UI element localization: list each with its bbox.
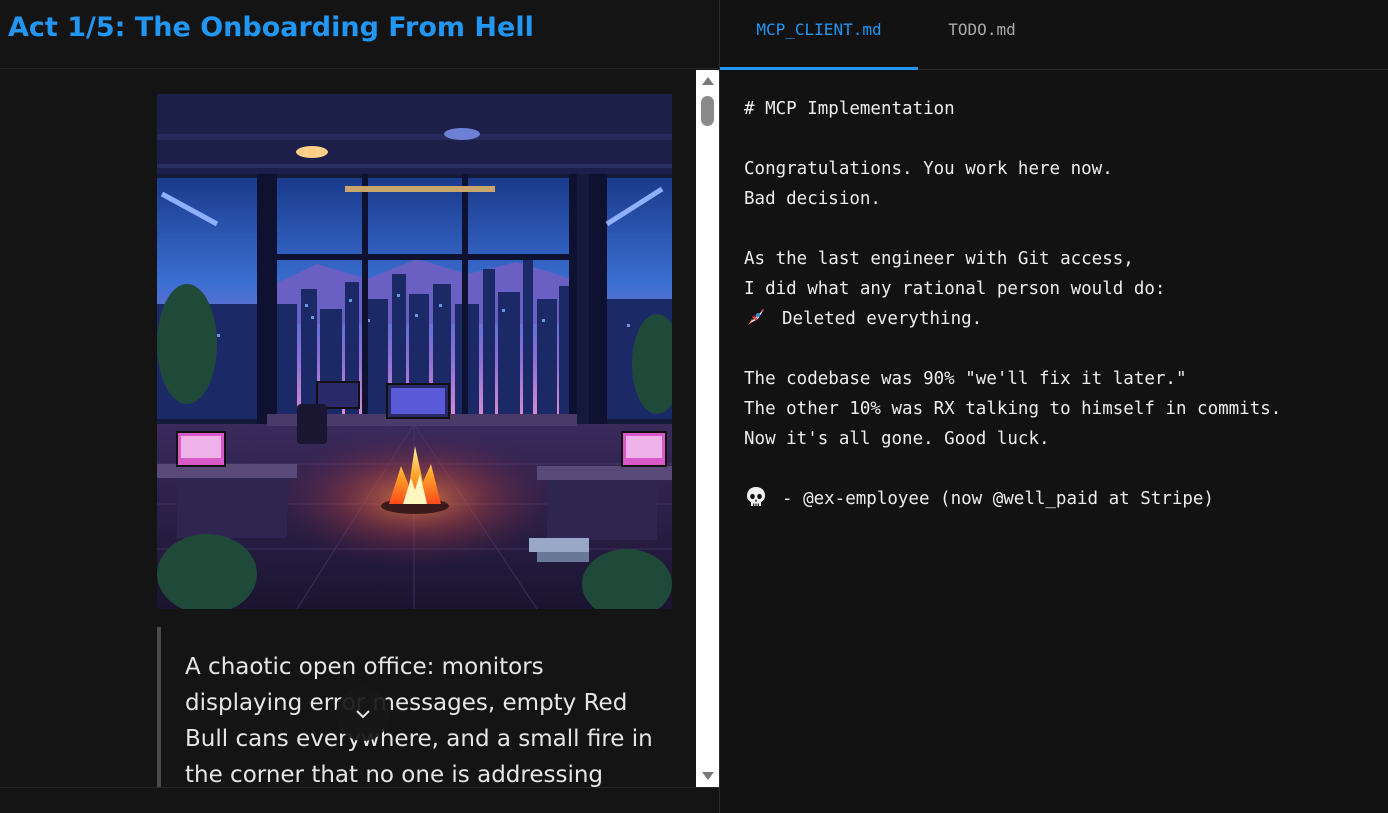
doc-line: As the last engineer with Git access, [744, 249, 1134, 269]
rocket-icon [748, 309, 764, 325]
doc-line: Bad decision. [744, 189, 881, 209]
doc-line: Now it's all gone. Good luck. [744, 429, 1050, 449]
doc-line [744, 124, 1374, 154]
doc-line-rocket: Deleted everything. [744, 304, 1374, 334]
tab-todo[interactable]: TODO.md [918, 0, 1046, 70]
doc-line-text: Deleted everything. [782, 309, 983, 329]
app-window: Act 1/5: The Onboarding From Hell A chao… [0, 0, 1388, 813]
doc-line: # MCP Implementation [744, 99, 955, 119]
doc-line-text: - @ex-employee (now @well_paid at Stripe… [782, 489, 1214, 509]
story-pane: Act 1/5: The Onboarding From Hell A chao… [0, 0, 719, 813]
story-scrollbar[interactable] [696, 70, 719, 787]
doc-line: The other 10% was RX talking to himself … [744, 399, 1282, 419]
story-header: Act 1/5: The Onboarding From Hell [0, 0, 719, 69]
scroll-down-arrow-icon[interactable] [700, 769, 715, 783]
act-title: Act 1/5: The Onboarding From Hell [8, 12, 534, 43]
chevron-down-icon [356, 710, 370, 719]
doc-line [744, 214, 1374, 244]
image-caption-blockquote: A chaotic open office: monitors displayi… [157, 627, 657, 787]
scrollbar-thumb[interactable] [701, 96, 714, 126]
office-fire-illustration [157, 94, 672, 609]
doc-line: The codebase was 90% "we'll fix it later… [744, 369, 1187, 389]
scroll-up-arrow-icon[interactable] [700, 74, 715, 88]
tab-mcp-client[interactable]: MCP_CLIENT.md [720, 0, 918, 70]
editor-pane: MCP_CLIENT.md TODO.md # MCP Implementati… [720, 0, 1388, 813]
doc-line-skull: - @ex-employee (now @well_paid at Stripe… [744, 484, 1374, 514]
scroll-down-button[interactable] [336, 687, 390, 741]
story-footer [0, 787, 719, 813]
doc-line [744, 454, 1374, 484]
file-tab-bar: MCP_CLIENT.md TODO.md [720, 0, 1388, 70]
markdown-content: # MCP Implementation Congratulations. Yo… [744, 94, 1374, 514]
skull-icon [747, 487, 765, 506]
image-caption: A chaotic open office: monitors displayi… [185, 654, 653, 787]
doc-line: Congratulations. You work here now. [744, 159, 1113, 179]
story-scroll-area[interactable]: A chaotic open office: monitors displayi… [0, 70, 696, 787]
doc-line [744, 334, 1374, 364]
doc-line: I did what any rational person would do: [744, 279, 1166, 299]
